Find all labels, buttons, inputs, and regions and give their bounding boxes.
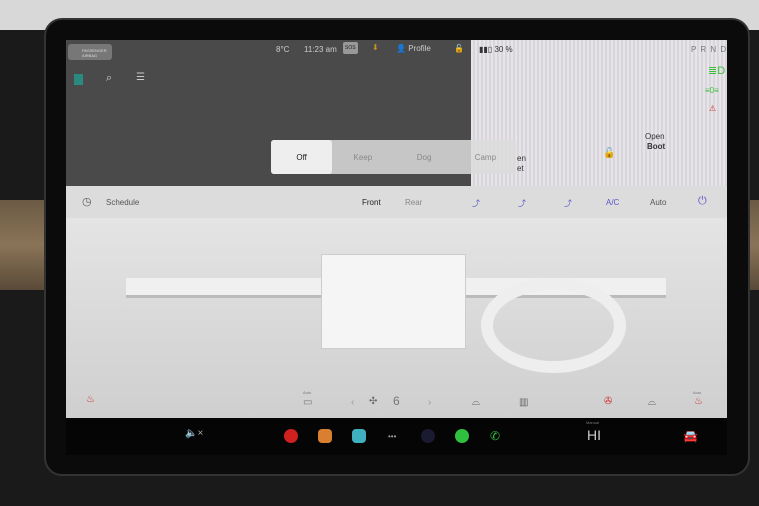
arcade-icon[interactable]: [352, 429, 366, 443]
open-boot-label-1: Open: [645, 132, 665, 141]
parking-light-icon[interactable]: ≡0≡: [705, 86, 719, 95]
climate-bar: ◷ Schedule Front Rear ⤴ ⤴ ⤴ A/C Auto ⏻: [66, 186, 727, 218]
airflow-windshield-icon[interactable]: ⤴: [564, 198, 572, 209]
mode-camp[interactable]: Camp: [455, 140, 516, 174]
clock: 11:23 am: [304, 45, 337, 54]
battery-percent: 30 %: [494, 45, 512, 54]
rear-defrost-icon[interactable]: ▥: [519, 397, 528, 408]
profile-button[interactable]: 👤 Profile: [396, 44, 431, 53]
front-defrost-icon[interactable]: ⌓: [472, 397, 480, 408]
mode-off[interactable]: Off: [271, 140, 332, 174]
person-icon: 👤: [396, 44, 406, 53]
open-frunk-button[interactable]: et: [517, 164, 524, 173]
headlight-icon[interactable]: ≣D: [708, 64, 725, 77]
wiper-defrost-icon[interactable]: ⌓: [648, 397, 656, 408]
unlock-icon[interactable]: 🔓: [603, 148, 615, 159]
mode-keep[interactable]: Keep: [332, 140, 393, 174]
lock-icon[interactable]: 🔓: [454, 44, 464, 53]
car-icon[interactable]: 🚘: [683, 429, 698, 443]
outside-temp: 8°C: [276, 45, 289, 54]
download-icon[interactable]: ⬇: [372, 43, 379, 52]
power-icon[interactable]: ⏻: [698, 195, 707, 208]
climate-mode-selector: Off Keep Dog Camp: [271, 140, 516, 174]
seatbelt-icon: ⚠: [709, 104, 716, 113]
search-icon[interactable]: ⌕: [106, 72, 112, 85]
airflow-face-icon[interactable]: ⤴: [472, 198, 480, 209]
settings-icon[interactable]: ☰: [136, 72, 145, 83]
toybox-icon[interactable]: [318, 429, 332, 443]
more-apps-icon[interactable]: •••: [388, 432, 396, 441]
steering-wheel-render: [481, 278, 626, 373]
spotify-icon[interactable]: [455, 429, 469, 443]
fan-speed: 6: [393, 394, 400, 408]
driver-seat-heat-icon[interactable]: ♨: [86, 394, 95, 405]
youtube-music-icon[interactable]: [284, 429, 298, 443]
schedule-button[interactable]: Schedule: [106, 198, 139, 207]
sos-button[interactable]: SOS: [343, 42, 358, 54]
passenger-seat-heat-icon[interactable]: ♨: [694, 396, 703, 407]
climate-controls: ♨ Auto ▭ ‹ ✣ 6 › ⌓ ▥ ✇ ⌓ Auto ♨: [66, 380, 727, 418]
manual-label: Manual: [586, 420, 599, 425]
gear-selector: P R N D: [691, 45, 727, 54]
passenger-temp[interactable]: HI: [587, 427, 601, 443]
tab-rear[interactable]: Rear: [405, 198, 422, 207]
airflow-feet-icon[interactable]: ⤴: [518, 198, 526, 209]
app-icon[interactable]: [74, 74, 83, 85]
ac-button[interactable]: A/C: [606, 198, 619, 207]
clock-icon: ◷: [82, 195, 92, 208]
screen-render: [321, 254, 466, 349]
passenger-airbag-indicator: PASSENGER AIRBAG: [68, 44, 112, 60]
tesla-screen: PASSENGER AIRBAG 8°C 11:23 am SOS ⬇ 👤 Pr…: [66, 40, 727, 455]
camera-icon[interactable]: [421, 429, 435, 443]
mute-icon[interactable]: 🔈×: [185, 428, 203, 439]
battery-indicator: ▮▮▯ 30 %: [479, 45, 513, 54]
profile-label: Profile: [408, 44, 431, 53]
open-frunk-label: en: [517, 154, 526, 163]
auto-button[interactable]: Auto: [650, 198, 666, 207]
fan-icon: ✣: [369, 396, 377, 407]
auto-label-right: Auto: [693, 390, 701, 395]
phone-icon[interactable]: ✆: [490, 429, 500, 443]
dock: 🔈× ••• ✆ Manual HI 🚘: [66, 418, 727, 455]
mode-dog[interactable]: Dog: [394, 140, 455, 174]
fan-increase-icon[interactable]: ›: [428, 397, 431, 408]
tab-front[interactable]: Front: [362, 198, 381, 207]
recirculate-icon[interactable]: ▭: [303, 397, 312, 408]
open-boot-button[interactable]: Boot: [647, 142, 665, 151]
steering-heat-icon[interactable]: ✇: [604, 396, 612, 407]
fan-decrease-icon[interactable]: ‹: [351, 397, 354, 408]
auto-label-left: Auto: [303, 390, 311, 395]
